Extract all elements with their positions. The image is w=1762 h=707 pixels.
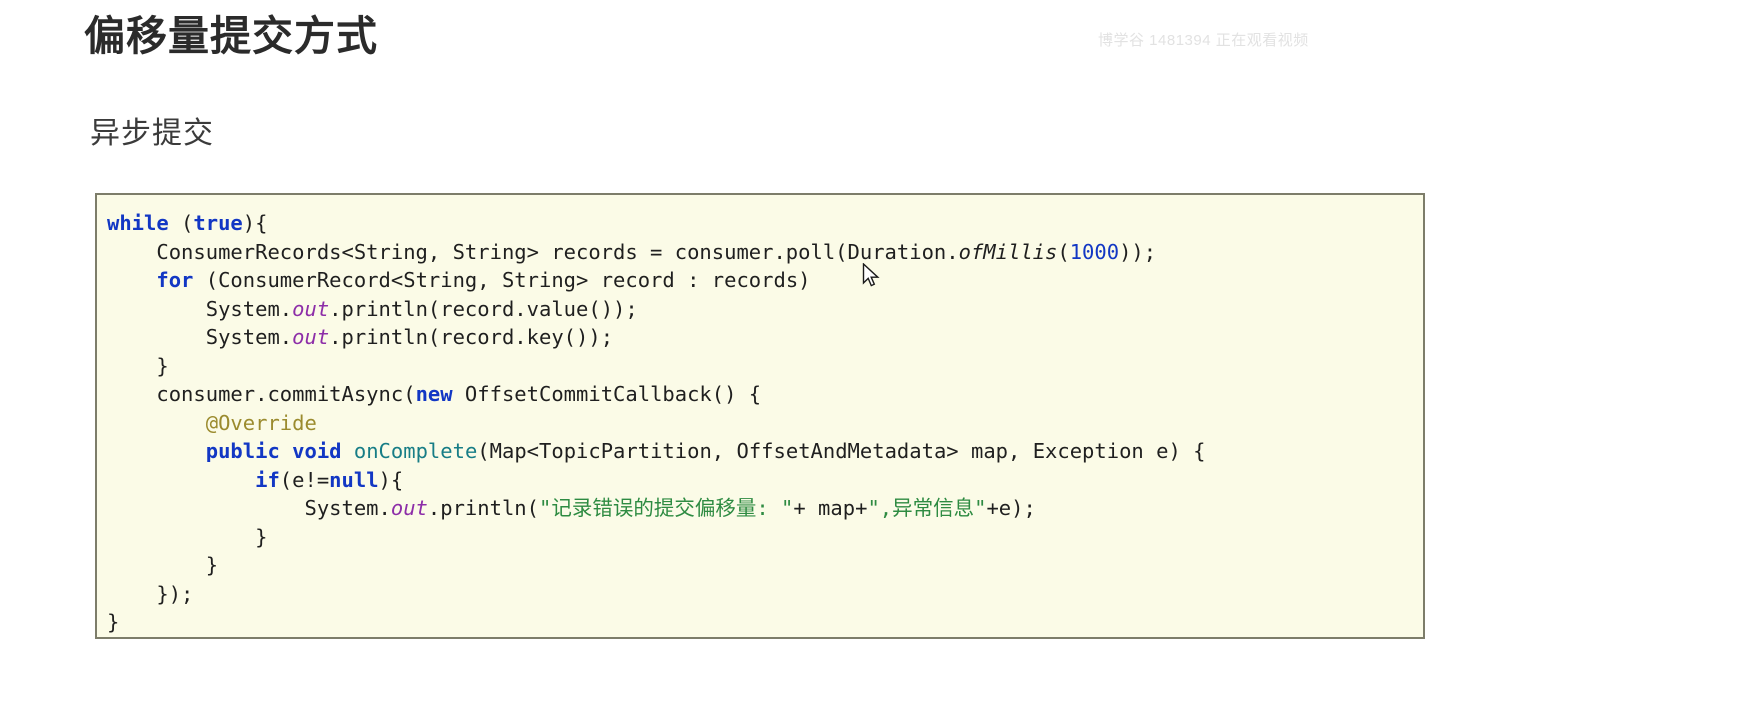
code-content[interactable]: while (true){ ConsumerRecords<String, St… <box>107 209 1423 637</box>
code-block-inner: while (true){ ConsumerRecords<String, St… <box>97 195 1423 637</box>
page-title: 偏移量提交方式 <box>84 13 378 59</box>
code-block[interactable]: while (true){ ConsumerRecords<String, St… <box>95 193 1425 639</box>
section-subtitle: 异步提交 <box>90 117 214 150</box>
watermark-label: 博学谷 1481394 正在观看视频 <box>1098 32 1309 49</box>
slide-canvas: 偏移量提交方式 博学谷 1481394 正在观看视频 异步提交 while (t… <box>0 0 1762 707</box>
